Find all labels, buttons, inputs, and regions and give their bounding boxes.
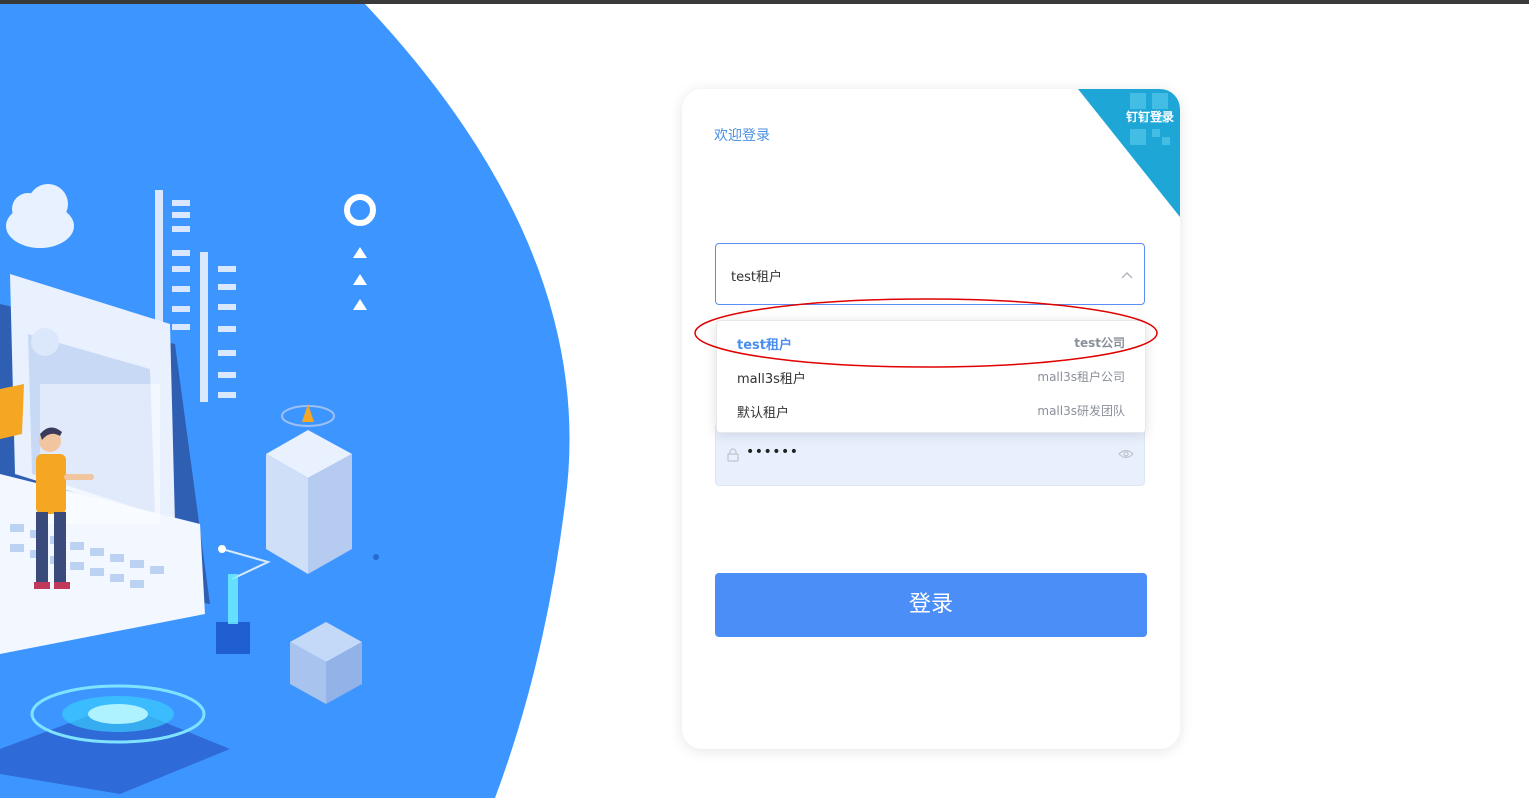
welcome-title: 欢迎登录 bbox=[714, 128, 770, 144]
hero-illustration bbox=[0, 4, 570, 798]
dingtalk-login-label[interactable]: 钉钉登录 bbox=[1126, 108, 1174, 125]
lock-icon bbox=[727, 448, 739, 462]
tenant-option[interactable]: mall3s租户 mall3s租户公司 bbox=[717, 360, 1145, 394]
tenant-option[interactable]: test租户 test公司 bbox=[717, 326, 1145, 360]
tenant-option-company: mall3s研发团队 bbox=[1037, 404, 1125, 418]
tenant-dropdown: test租户 test公司 mall3s租户 mall3s租户公司 默认租户 m… bbox=[716, 320, 1146, 433]
login-button[interactable]: 登录 bbox=[715, 573, 1147, 637]
tenant-option-company: mall3s租户公司 bbox=[1037, 370, 1125, 384]
tenant-select[interactable]: test租户 bbox=[715, 243, 1145, 305]
chevron-up-icon[interactable] bbox=[1120, 268, 1134, 282]
tenant-select-value: test租户 bbox=[731, 270, 782, 285]
tenant-option-name: test租户 bbox=[737, 338, 792, 353]
tenant-option-company: test公司 bbox=[1074, 336, 1125, 350]
tenant-option[interactable]: 默认租户 mall3s研发团队 bbox=[717, 394, 1145, 428]
tenant-option-name: 默认租户 bbox=[737, 406, 790, 421]
password-value: •••••• bbox=[746, 444, 799, 460]
tenant-option-name: mall3s租户 bbox=[737, 372, 806, 387]
eye-icon[interactable] bbox=[1118, 448, 1134, 460]
